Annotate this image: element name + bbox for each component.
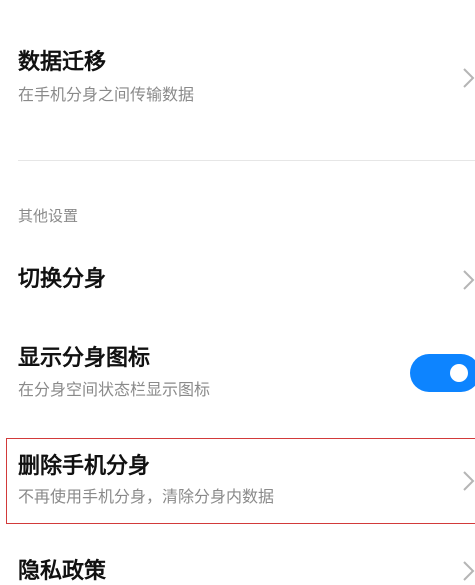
setting-title: 数据迁移 [18, 50, 107, 75]
setting-data-migration[interactable]: 数据迁移 在手机分身之间传输数据 [0, 0, 475, 160]
setting-subtitle: 在手机分身之间传输数据 [18, 85, 195, 104]
show-space-icon-toggle[interactable] [410, 354, 475, 392]
section-label-other-settings: 其他设置 [18, 207, 79, 225]
setting-title: 切换分身 [18, 267, 107, 292]
setting-delete-space[interactable]: 删除手机分身 不再使用手机分身，清除分身内数据 [0, 438, 475, 524]
setting-title: 删除手机分身 [18, 454, 151, 479]
setting-title: 隐私政策 [18, 559, 107, 584]
setting-subtitle: 在分身空间状态栏显示图标 [18, 380, 211, 399]
setting-show-space-icon: 显示分身图标 在分身空间状态栏显示图标 [0, 330, 475, 420]
setting-subtitle: 不再使用手机分身，清除分身内数据 [18, 487, 275, 506]
toggle-knob [450, 364, 468, 382]
chevron-right-icon [461, 469, 475, 493]
setting-switch-space[interactable]: 切换分身 [0, 245, 475, 320]
chevron-right-icon [461, 66, 475, 90]
setting-title: 显示分身图标 [18, 346, 151, 371]
chevron-right-icon [461, 559, 475, 583]
setting-privacy-policy[interactable]: 隐私政策 [0, 545, 475, 584]
section-divider [18, 160, 475, 161]
chevron-right-icon [461, 268, 475, 292]
